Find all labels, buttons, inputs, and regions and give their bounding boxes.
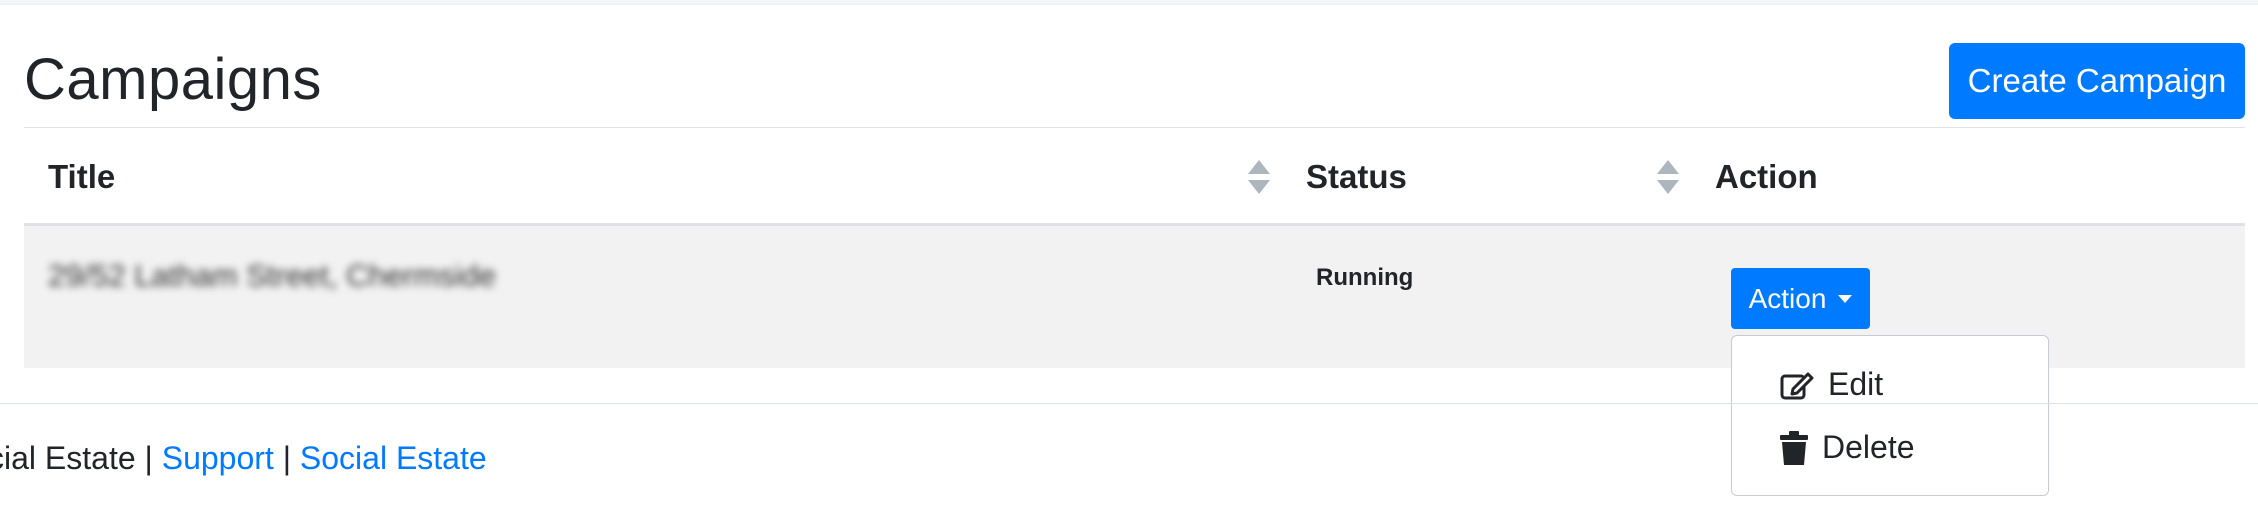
column-header-title[interactable]: Title [48, 152, 115, 202]
footer-separator: | [144, 440, 153, 476]
create-campaign-button[interactable]: Create Campaign [1949, 43, 2245, 119]
menu-item-delete[interactable]: Delete [1780, 429, 1915, 466]
menu-item-label: Edit [1828, 366, 1884, 402]
action-dropdown-menu: Edit Delete [1731, 335, 2049, 496]
top-border [0, 0, 2258, 5]
sort-icon[interactable] [1248, 160, 1270, 196]
page-title: Campaigns [24, 47, 322, 112]
footer-link-support[interactable]: Support [162, 440, 274, 476]
header-divider [24, 127, 2245, 128]
caret-down-icon [1838, 294, 1853, 303]
edit-icon [1780, 372, 1814, 399]
trash-icon [1780, 430, 1808, 465]
footer-link-social-estate[interactable]: Social Estate [300, 440, 487, 476]
footer: cial Estate | Support | Social Estate [0, 440, 487, 477]
footer-separator: | [282, 440, 291, 476]
sort-down-icon [1248, 180, 1270, 194]
action-button-label: Action [1748, 282, 1827, 314]
menu-item-edit[interactable]: Edit [1780, 366, 1883, 403]
sort-icon[interactable] [1657, 160, 1679, 196]
footer-divider [0, 403, 2258, 404]
sort-up-icon [1657, 160, 1679, 174]
sort-down-icon [1657, 180, 1679, 194]
action-dropdown-button[interactable]: Action [1731, 268, 1870, 329]
column-header-status[interactable]: Status [1306, 152, 1407, 202]
footer-text: cial Estate [0, 440, 136, 476]
campaign-title-cell: 29/52 Latham Street, Chermside [48, 258, 497, 293]
menu-item-label: Delete [1822, 429, 1915, 465]
sort-up-icon [1248, 160, 1270, 174]
campaign-status-cell: Running [1316, 264, 1414, 291]
column-header-action: Action [1715, 158, 1818, 195]
